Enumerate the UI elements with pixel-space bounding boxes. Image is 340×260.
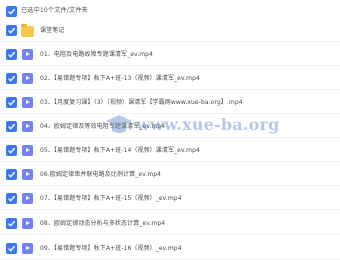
video-file-icon [22, 169, 33, 180]
row-divider [0, 65, 340, 66]
file-row[interactable]: 05、【易错题专项】秋下A+班-14（视频）课清军_ev.mp4 [0, 139, 340, 162]
row-divider [0, 161, 340, 162]
file-row[interactable]: 07、【易错题专项】秋下A+班-15（视频）_ev.mp4 [0, 187, 340, 210]
file-row[interactable]: 02、【易错题专项】秋下A+班-13（视频）课清军_ev.mp4 [0, 67, 340, 90]
selection-count-label: 已选中10个文件/文件夹 [21, 7, 88, 14]
folder-row[interactable]: 课堂笔记 [0, 19, 340, 42]
file-row[interactable]: 03、【月度复习课】（3）（视频）课清军【学霸网www.xue-ba.org】.… [0, 91, 340, 114]
file-name[interactable]: 03、【月度复习课】（3）（视频）课清军【学霸网www.xue-ba.org】.… [40, 99, 243, 107]
row-checkbox[interactable] [6, 243, 17, 254]
row-checkbox[interactable] [6, 169, 17, 180]
file-name[interactable]: 05、【易错题专项】秋下A+班-14（视频）课清军_ev.mp4 [40, 147, 200, 155]
row-checkbox[interactable] [6, 145, 17, 156]
file-row[interactable]: 01、电阻及电路故障专题课清军_ev.mp4 [0, 43, 340, 66]
row-checkbox[interactable] [6, 25, 17, 36]
video-file-icon [22, 145, 33, 156]
file-name[interactable]: 07、【易错题专项】秋下A+班-15（视频）_ev.mp4 [40, 195, 182, 203]
row-divider [0, 209, 340, 210]
row-checkbox[interactable] [6, 121, 17, 132]
row-checkbox[interactable] [6, 193, 17, 204]
file-name[interactable]: 04、欧姆定律及等效电阻专题课清军_ev.mp4 [40, 123, 165, 131]
file-row[interactable]: 06.欧姆定律串并联电路及比例计算_ev.mp4 [0, 163, 340, 186]
video-file-icon [22, 193, 33, 204]
file-row[interactable]: 08、欧姆定律动态分析与多状态计算_ev.mp4 [0, 212, 340, 235]
row-divider [0, 137, 340, 138]
row-divider [0, 89, 340, 90]
video-file-icon [22, 243, 33, 254]
file-name[interactable]: 08、欧姆定律动态分析与多状态计算_ev.mp4 [40, 220, 165, 228]
file-name[interactable]: 01、电阻及电路故障专题课清军_ev.mp4 [40, 51, 153, 59]
file-row[interactable]: 04、欧姆定律及等效电阻专题课清军_ev.mp4 [0, 115, 340, 138]
row-divider [0, 234, 340, 235]
row-checkbox[interactable] [6, 218, 17, 229]
file-name[interactable]: 课堂笔记 [40, 27, 64, 35]
folder-icon [21, 24, 34, 37]
row-checkbox[interactable] [6, 97, 17, 108]
file-name[interactable]: 06.欧姆定律串并联电路及比例计算_ev.mp4 [40, 171, 161, 179]
video-file-icon [22, 97, 33, 108]
video-file-icon [22, 218, 33, 229]
row-divider [0, 113, 340, 114]
row-divider [0, 185, 340, 186]
video-file-icon [22, 121, 33, 132]
row-checkbox[interactable] [6, 73, 17, 84]
video-file-icon [22, 73, 33, 84]
row-checkbox[interactable] [6, 49, 17, 60]
video-file-icon [22, 49, 33, 60]
select-all-checkbox[interactable] [6, 6, 17, 17]
file-name[interactable]: 02、【易错题专项】秋下A+班-13（视频）课清军_ev.mp4 [40, 75, 200, 83]
file-row[interactable]: 09、【易错题专项】秋下A+班-16（视频）_ev.mp4 [0, 237, 340, 260]
row-divider [0, 41, 340, 42]
